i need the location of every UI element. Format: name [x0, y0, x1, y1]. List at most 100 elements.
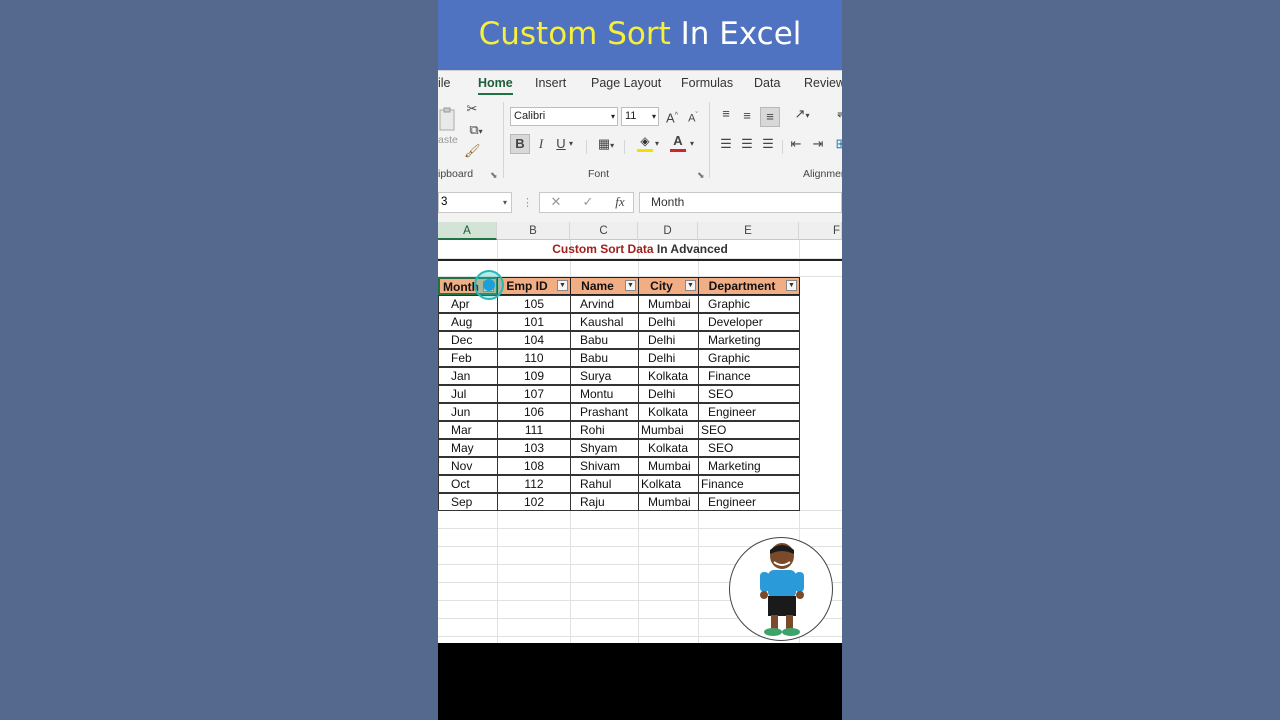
align-top-icon[interactable]: ≡: [718, 105, 734, 123]
cell-department[interactable]: Engineer: [698, 403, 800, 421]
cell-department[interactable]: Marketing: [698, 457, 800, 475]
filter-dropdown-icon[interactable]: ▼: [685, 280, 696, 291]
column-header-b[interactable]: B: [497, 222, 570, 240]
increase-indent-icon[interactable]: ⇥: [810, 135, 826, 153]
cell-city[interactable]: Delhi: [638, 313, 699, 331]
cell-month[interactable]: Jul: [438, 385, 498, 403]
align-middle-icon[interactable]: ≡: [739, 107, 755, 125]
cell-emp-id[interactable]: 110: [497, 349, 571, 367]
cell-month[interactable]: Jan: [438, 367, 498, 385]
cell-emp-id[interactable]: 109: [497, 367, 571, 385]
cell-month[interactable]: Mar: [438, 421, 498, 439]
cell-department[interactable]: SEO: [698, 421, 800, 439]
cell-city[interactable]: Kolkata: [638, 439, 699, 457]
align-left-icon[interactable]: ☰: [718, 135, 734, 153]
align-bottom-icon[interactable]: ≡: [760, 107, 780, 127]
header-cell-city[interactable]: City ▼: [638, 277, 699, 295]
cell-emp-id[interactable]: 101: [497, 313, 571, 331]
wrap-text-icon[interactable]: ⇌: [837, 105, 842, 123]
header-cell-emp-id[interactable]: Emp ID ▼: [497, 277, 571, 295]
copy-icon[interactable]: ⧉▾: [464, 121, 488, 141]
cell-city[interactable]: Kolkata: [638, 475, 699, 493]
cell-city[interactable]: Mumbai: [638, 421, 699, 439]
cell-department[interactable]: Graphic: [698, 349, 800, 367]
cell-city[interactable]: Mumbai: [638, 493, 699, 511]
cell-city[interactable]: Kolkata: [638, 403, 699, 421]
cell-city[interactable]: Mumbai: [638, 457, 699, 475]
cell-month[interactable]: May: [438, 439, 498, 457]
cell-name[interactable]: Babu: [570, 349, 639, 367]
cell-month[interactable]: Aug: [438, 313, 498, 331]
cell-emp-id[interactable]: 106: [497, 403, 571, 421]
cell-department[interactable]: SEO: [698, 385, 800, 403]
cell-name[interactable]: Prashant: [570, 403, 639, 421]
tab-insert[interactable]: Insert: [535, 76, 566, 90]
fill-color-icon[interactable]: ◈: [637, 132, 653, 152]
chevron-down-icon[interactable]: ▾: [569, 135, 573, 153]
clipboard-launcher-icon[interactable]: ⬊: [490, 166, 498, 184]
filter-dropdown-icon[interactable]: ▼: [557, 280, 568, 291]
header-cell-department[interactable]: Department ▼: [698, 277, 800, 295]
cell-city[interactable]: Kolkata: [638, 367, 699, 385]
bold-button[interactable]: B: [510, 134, 530, 154]
cell-month[interactable]: Sep: [438, 493, 498, 511]
align-right-icon[interactable]: ☰: [760, 135, 776, 153]
filter-dropdown-icon[interactable]: ▼: [786, 280, 797, 291]
chevron-down-icon[interactable]: ▾: [655, 135, 659, 153]
cell-city[interactable]: Delhi: [638, 385, 699, 403]
cell-emp-id[interactable]: 103: [497, 439, 571, 457]
column-header-a[interactable]: A: [438, 222, 497, 240]
cell-name[interactable]: Shyam: [570, 439, 639, 457]
tab-data[interactable]: Data: [754, 76, 780, 90]
font-color-icon[interactable]: A: [670, 132, 686, 152]
cell-city[interactable]: Delhi: [638, 349, 699, 367]
cell-department[interactable]: Finance: [698, 367, 800, 385]
column-header-f[interactable]: F: [799, 222, 842, 240]
tab-formulas[interactable]: Formulas: [681, 76, 733, 90]
cell-name[interactable]: Raju: [570, 493, 639, 511]
cell-department[interactable]: SEO: [698, 439, 800, 457]
cell-name[interactable]: Kaushal: [570, 313, 639, 331]
cell-name[interactable]: Babu: [570, 331, 639, 349]
font-name-box[interactable]: Calibri ▾: [510, 107, 618, 126]
cell-department[interactable]: Developer: [698, 313, 800, 331]
merge-center-icon[interactable]: ⊞: [835, 135, 842, 153]
header-cell-name[interactable]: Name ▼: [570, 277, 639, 295]
shrink-font-icon[interactable]: Aˇ: [685, 107, 701, 128]
cell-emp-id[interactable]: 105: [497, 295, 571, 313]
insert-function-button[interactable]: fx: [612, 193, 628, 211]
cell-department[interactable]: Marketing: [698, 331, 800, 349]
chevron-down-icon[interactable]: ▾: [690, 135, 694, 153]
cell-city[interactable]: Mumbai: [638, 295, 699, 313]
italic-button[interactable]: I: [534, 135, 548, 153]
format-painter-icon[interactable]: 🖌: [464, 142, 481, 160]
cell-month[interactable]: Feb: [438, 349, 498, 367]
column-header-d[interactable]: D: [638, 222, 698, 240]
column-header-c[interactable]: C: [570, 222, 638, 240]
tab-page-layout[interactable]: Page Layout: [591, 76, 661, 90]
align-center-icon[interactable]: ☰: [739, 135, 755, 153]
font-size-box[interactable]: 11 ▾: [621, 107, 659, 126]
filter-dropdown-icon[interactable]: ▼: [625, 280, 636, 291]
enter-icon[interactable]: ✓: [580, 193, 596, 211]
cell-department[interactable]: Graphic: [698, 295, 800, 313]
cell-month[interactable]: Dec: [438, 331, 498, 349]
font-launcher-icon[interactable]: ⬊: [697, 166, 705, 184]
tab-home[interactable]: Home: [478, 76, 513, 95]
cell-name[interactable]: Rohi: [570, 421, 639, 439]
cell-department[interactable]: Finance: [698, 475, 800, 493]
paste-icon[interactable]: [438, 106, 458, 134]
cell-name[interactable]: Shivam: [570, 457, 639, 475]
decrease-indent-icon[interactable]: ⇤: [788, 135, 804, 153]
cell-emp-id[interactable]: 107: [497, 385, 571, 403]
tab-file[interactable]: ile: [438, 76, 451, 90]
cell-emp-id[interactable]: 111: [497, 421, 571, 439]
cell-city[interactable]: Delhi: [638, 331, 699, 349]
underline-button[interactable]: U: [555, 135, 567, 153]
cell-month[interactable]: Nov: [438, 457, 498, 475]
cell-emp-id[interactable]: 108: [497, 457, 571, 475]
cell-emp-id[interactable]: 102: [497, 493, 571, 511]
cut-icon[interactable]: ✂: [464, 100, 480, 118]
tab-review[interactable]: Review: [804, 76, 842, 90]
worksheet-grid[interactable]: A B C D E F Custom Sort Data In Advanced…: [438, 222, 842, 643]
